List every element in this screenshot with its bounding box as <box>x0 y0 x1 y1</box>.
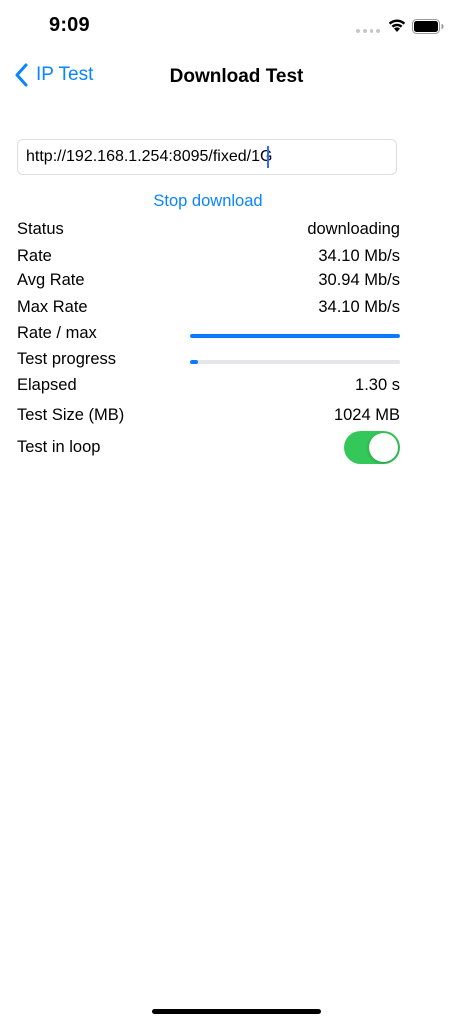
test-loop-label: Test in loop <box>17 438 101 456</box>
home-indicator[interactable] <box>152 1009 321 1014</box>
elapsed-value: 1.30 s <box>355 376 400 394</box>
rate-value: 34.10 Mb/s <box>318 247 400 265</box>
elapsed-row: Elapsed 1.30 s <box>17 376 400 398</box>
avg-rate-value: 30.94 Mb/s <box>318 271 400 289</box>
page-title: Download Test <box>169 66 304 87</box>
status-bar: 9:09 <box>0 0 473 54</box>
rate-max-progress-bar <box>190 334 400 338</box>
text-caret <box>267 146 269 168</box>
test-size-value: 1024 MB <box>333 406 400 424</box>
rate-max-label: Rate / max <box>17 324 97 342</box>
stop-download-button[interactable]: Stop download <box>0 192 416 211</box>
status-row: Status downloading <box>17 220 400 242</box>
rate-label: Rate <box>17 247 52 265</box>
avg-rate-label: Avg Rate <box>17 271 85 289</box>
rate-max-progress-fill <box>190 334 400 338</box>
test-size-label: Test Size (MB) <box>17 406 125 424</box>
test-loop-row: Test in loop <box>17 431 400 464</box>
max-rate-label: Max Rate <box>17 298 88 316</box>
max-rate-row: Max Rate 34.10 Mb/s <box>17 298 400 320</box>
battery-icon <box>412 19 444 34</box>
rate-row: Rate 34.10 Mb/s <box>17 247 400 269</box>
test-progress-label: Test progress <box>17 350 117 368</box>
signal-icon <box>356 29 380 34</box>
toggle-knob <box>369 433 398 462</box>
avg-rate-row: Avg Rate 30.94 Mb/s <box>17 271 400 293</box>
test-loop-toggle[interactable] <box>344 431 400 464</box>
url-input[interactable] <box>17 139 397 175</box>
test-progress-bar <box>190 360 400 364</box>
wifi-icon <box>388 19 406 32</box>
max-rate-value: 34.10 Mb/s <box>318 298 400 316</box>
test-progress-row: Test progress <box>17 350 400 372</box>
status-time: 9:09 <box>49 14 90 36</box>
status-label: Status <box>17 220 64 238</box>
test-progress-fill <box>190 360 199 364</box>
status-value: downloading <box>307 220 400 238</box>
test-size-row: Test Size (MB) 1024 MB <box>17 406 400 428</box>
elapsed-label: Elapsed <box>17 376 77 394</box>
nav-bar: IP Test Download Test <box>0 54 473 100</box>
rate-max-row: Rate / max <box>17 324 400 346</box>
